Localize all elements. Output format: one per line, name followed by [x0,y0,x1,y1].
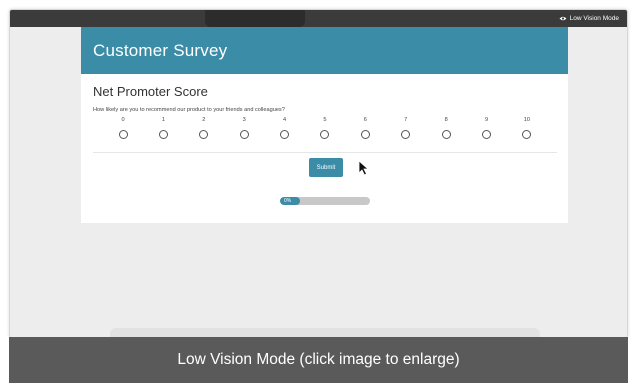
nps-option-label: 6 [363,117,367,123]
low-vision-mode-toggle[interactable]: Low Vision Mode [559,13,619,24]
question-text: How likely are you to recommend our prod… [93,107,285,113]
survey-header: Customer Survey [81,27,568,74]
survey-title: Customer Survey [93,40,228,60]
nps-option-0: 0 [113,117,133,139]
nps-option-label: 2 [202,117,206,123]
nps-option-label: 9 [484,117,489,123]
nps-scale: 0 1 2 3 4 5 6 7 8 9 10 [93,117,557,139]
nps-radio-10[interactable] [522,130,532,139]
nps-radio-2[interactable] [199,130,209,139]
nps-radio-7[interactable] [401,130,411,139]
question-title: Net Promoter Score [93,84,208,99]
nps-option-3: 3 [234,117,254,139]
nps-option-10: 10 [517,117,537,139]
nps-radio-0[interactable] [118,130,128,139]
progress-fill: 0% [280,197,300,205]
progress-bar: 0% [280,197,370,205]
eye-icon [559,16,567,21]
low-vision-mode-label: Low Vision Mode [569,15,619,22]
divider [93,152,557,153]
nps-radio-5[interactable] [320,130,330,139]
nps-option-8: 8 [436,117,456,139]
nps-radio-1[interactable] [158,130,168,139]
nps-radio-4[interactable] [280,130,290,139]
nps-option-label: 3 [242,117,246,123]
mouse-cursor-icon [358,160,370,176]
nps-radio-3[interactable] [239,130,249,139]
survey-card: Customer Survey Net Promoter Score How l… [81,27,568,223]
nps-option-label: 4 [283,117,287,123]
top-bar-tab-shade [205,10,305,27]
nps-option-label: 7 [404,117,408,123]
submit-button[interactable]: Submit [309,158,343,177]
nps-option-label: 5 [323,117,327,123]
nps-option-4: 4 [275,117,295,139]
nps-option-label: 1 [161,117,165,123]
nps-option-2: 2 [194,117,214,139]
screenshot-frame[interactable]: Low Vision Mode Customer Survey Net Prom… [9,9,628,338]
nps-option-1: 1 [153,117,173,139]
nps-option-label: 0 [121,117,125,123]
nps-option-label: 10 [523,117,531,123]
nps-radio-6[interactable] [360,130,370,139]
bottom-shade [110,328,540,337]
nps-radio-9[interactable] [482,130,492,139]
nps-radio-8[interactable] [441,130,451,139]
nps-option-6: 6 [355,117,375,139]
image-caption[interactable]: Low Vision Mode (click image to enlarge) [9,337,628,383]
nps-option-label: 8 [444,117,448,123]
nps-option-9: 9 [477,117,497,139]
nps-option-5: 5 [315,117,335,139]
nps-option-7: 7 [396,117,416,139]
top-bar: Low Vision Mode [10,10,627,27]
